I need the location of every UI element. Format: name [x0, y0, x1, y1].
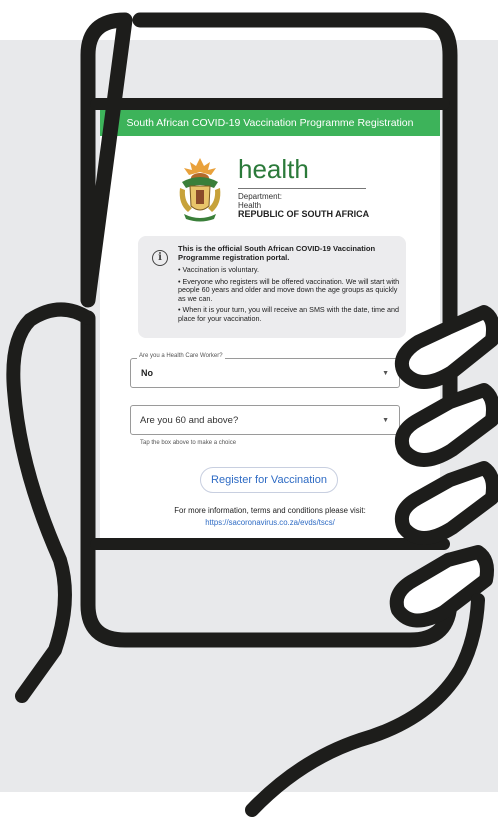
hand-thumb: [6, 302, 95, 703]
finger-1: [394, 305, 498, 389]
finger-3: [394, 461, 498, 545]
finger-2: [394, 383, 498, 467]
phone-in-hand-illustration: [6, 12, 498, 817]
